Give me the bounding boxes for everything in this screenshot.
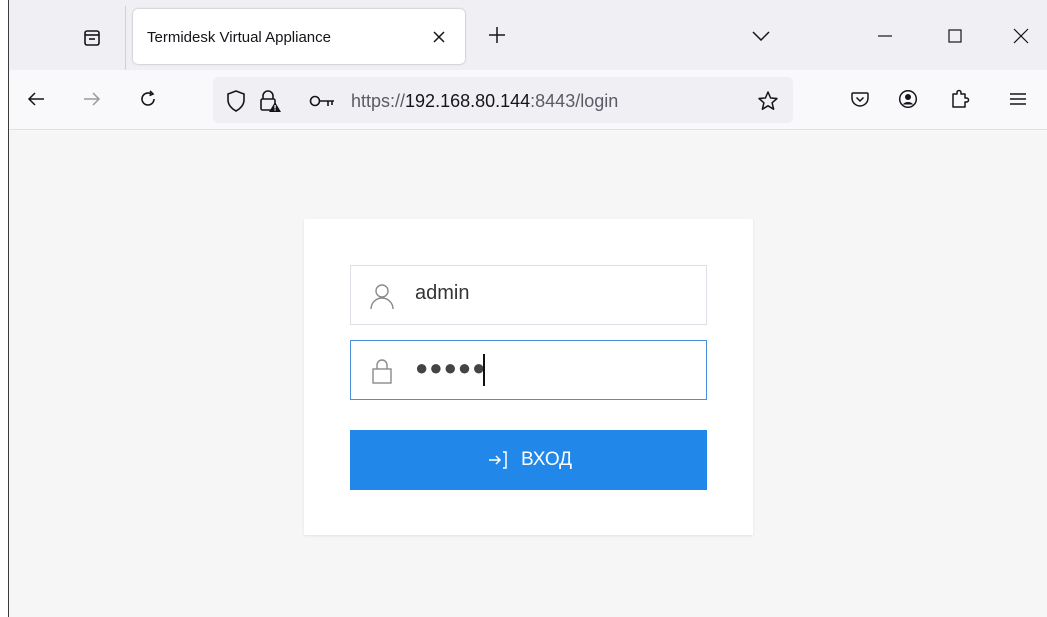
maximize-button[interactable] [941,22,969,50]
tab-strip: Termidesk Virtual Appliance [9,0,1047,70]
tab-close-button[interactable] [427,26,451,48]
chevron-down-icon [752,31,770,41]
close-icon [1013,28,1029,44]
password-masked-value: ●●●●● [415,355,487,380]
sign-in-icon [485,448,509,472]
lock-warning-icon [260,90,281,112]
shield-icon [227,90,245,112]
forward-button[interactable] [77,84,107,114]
url-host: 192.168.80.144 [405,91,531,111]
tab-separator [125,6,126,70]
username-value: admin [415,282,470,304]
lock-icon [367,356,397,386]
window-close-button[interactable] [1007,22,1035,50]
tab-title: Termidesk Virtual Appliance [147,29,331,46]
login-card: admin ●●●●● ВХОД [304,219,753,535]
navigation-toolbar: https://192.168.80.144:8443/login [9,70,1047,130]
star-icon [758,91,778,110]
pocket-button[interactable] [845,84,875,114]
account-icon [898,89,918,109]
user-icon [367,281,397,311]
text-caret [483,354,485,386]
arrow-right-icon [84,92,101,106]
bookmark-star-button[interactable] [755,88,781,114]
firefox-view-button[interactable] [75,23,109,53]
password-field[interactable]: ●●●●● [350,340,707,400]
url-bar[interactable]: https://192.168.80.144:8443/login [213,77,793,123]
minimize-button[interactable] [871,22,899,50]
pocket-icon [851,92,869,107]
close-icon [433,31,445,43]
extensions-button[interactable] [945,84,975,114]
firefox-view-icon [84,30,100,46]
url-text[interactable]: https://192.168.80.144:8443/login [351,91,618,112]
key-icon [309,95,334,107]
back-button[interactable] [21,84,51,114]
login-button-label: ВХОД [520,449,573,470]
reload-button[interactable] [133,84,163,114]
url-path: :8443/login [530,91,619,111]
menu-button[interactable] [1003,84,1033,114]
reload-icon [141,90,155,106]
tab-active[interactable]: Termidesk Virtual Appliance [133,9,465,64]
account-button[interactable] [893,84,923,114]
minimize-icon [878,35,892,37]
browser-window: Termidesk Virtual Appliance https://192.… [8,0,1047,617]
puzzle-icon [952,89,970,108]
hamburger-icon [1010,93,1026,105]
page-content: admin ●●●●● ВХОД [9,131,1047,617]
tracking-protection-button[interactable] [223,88,249,114]
list-all-tabs-button[interactable] [747,23,775,49]
connection-insecure-button[interactable] [257,88,283,114]
login-button[interactable]: ВХОД [350,430,707,490]
new-tab-button[interactable] [483,21,511,49]
username-field[interactable]: admin [350,265,707,325]
url-scheme: https:// [351,91,406,111]
saved-logins-button[interactable] [309,88,335,114]
plus-icon [489,27,505,43]
maximize-icon [948,29,962,43]
arrow-left-icon [27,92,44,106]
